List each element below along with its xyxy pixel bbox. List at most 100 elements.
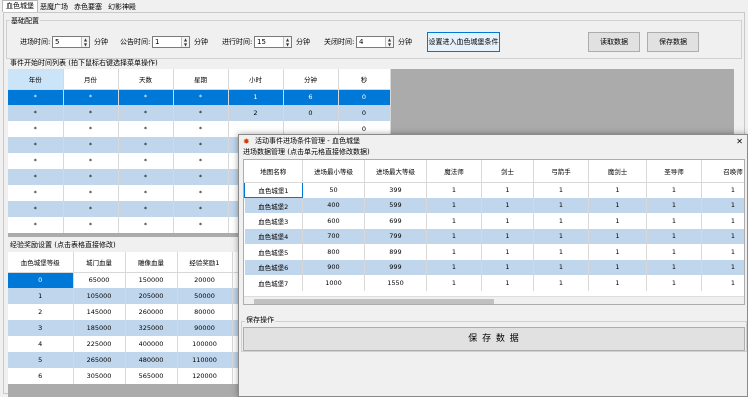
enter-time-input[interactable]: 5 ▲ ▼ — [52, 36, 90, 48]
tab-chaos-castle[interactable]: 赤色要塞 — [70, 1, 106, 12]
rewards-row-cell[interactable]: 80000 — [177, 304, 233, 320]
rewards-row-cell[interactable]: 105000 — [73, 288, 126, 304]
schedule-row-cell[interactable]: * — [173, 153, 229, 169]
rewards-row-cell[interactable]: 305000 — [73, 368, 126, 384]
schedule-row-cell[interactable]: * — [173, 201, 229, 217]
dialog-row-cell[interactable]: 999 — [364, 259, 427, 275]
dialog-row-cell[interactable]: 1 — [588, 259, 647, 275]
schedule-row-cell[interactable]: * — [8, 105, 64, 121]
dialog-row-cell[interactable]: 899 — [364, 244, 427, 260]
rewards-row-cell[interactable]: 260000 — [125, 304, 178, 320]
dialog-row-cell[interactable]: 1 — [481, 244, 534, 260]
dialog-row[interactable]: 血色城堡5 800 899 1 1 1 1 1 1 — [244, 244, 744, 260]
dialog-row-cell[interactable]: 血色城堡4 — [244, 228, 303, 244]
dialog-row-cell[interactable]: 1 — [701, 197, 744, 213]
dialog-row-cell[interactable]: 血色城堡6 — [244, 259, 303, 275]
schedule-row-cell[interactable]: * — [118, 121, 174, 137]
tab-blood-castle[interactable]: 血色城堡 — [2, 0, 38, 12]
save-dialog-data-button[interactable]: 保 存 数 据 — [243, 327, 745, 351]
rewards-row-cell[interactable]: 205000 — [125, 288, 178, 304]
dialog-row-cell[interactable]: 1 — [588, 275, 647, 291]
dialog-row-cell[interactable]: 1 — [533, 197, 589, 213]
schedule-row-cell[interactable]: * — [118, 153, 174, 169]
rewards-row-cell[interactable]: 265000 — [73, 352, 126, 368]
dialog-row-cell[interactable]: 1 — [426, 197, 482, 213]
dialog-row-cell[interactable]: 900 — [302, 259, 365, 275]
dialog-row-cell[interactable]: 1 — [481, 275, 534, 291]
rewards-row-cell[interactable]: 1 — [8, 288, 74, 304]
schedule-row-cell[interactable]: * — [118, 217, 174, 233]
schedule-row[interactable]: * * * * 2 0 0 — [8, 105, 391, 121]
close-icon[interactable]: ✕ — [736, 136, 743, 147]
dialog-row-cell[interactable]: 1 — [588, 244, 647, 260]
schedule-row-cell[interactable]: * — [118, 201, 174, 217]
dialog-row-cell[interactable]: 1 — [533, 259, 589, 275]
schedule-row-cell[interactable]: * — [173, 169, 229, 185]
rewards-row-cell[interactable]: 20000 — [177, 272, 233, 288]
schedule-row-cell[interactable]: 2 — [228, 105, 284, 121]
spin-arrows-icon[interactable]: ▲ ▼ — [181, 37, 189, 47]
schedule-row-cell[interactable]: * — [173, 105, 229, 121]
dialog-row-cell[interactable]: 1 — [481, 259, 534, 275]
read-data-button[interactable]: 读取数据 — [588, 32, 640, 52]
schedule-row-cell[interactable]: * — [173, 185, 229, 201]
dialog-row-cell[interactable]: 1 — [701, 244, 744, 260]
dialog-row-cell[interactable]: 1 — [588, 213, 647, 229]
dialog-row-cell[interactable]: 1 — [533, 244, 589, 260]
schedule-row-cell[interactable]: 6 — [283, 89, 339, 105]
dialog-grid-scrollbar[interactable] — [244, 296, 744, 304]
dialog-row-cell[interactable]: 1 — [588, 182, 647, 198]
dialog-row-cell[interactable]: 700 — [302, 228, 365, 244]
dialog-row-cell[interactable]: 1 — [646, 275, 702, 291]
schedule-row-cell[interactable]: * — [63, 169, 119, 185]
schedule-row-cell[interactable]: 0 — [283, 105, 339, 121]
rewards-row-cell[interactable]: 0 — [8, 272, 74, 288]
schedule-row-cell[interactable]: * — [8, 169, 64, 185]
dialog-row[interactable]: 血色城堡6 900 999 1 1 1 1 1 1 — [244, 259, 744, 275]
dialog-row-cell[interactable]: 1 — [646, 259, 702, 275]
schedule-row-cell[interactable]: * — [63, 217, 119, 233]
dialog-row-cell[interactable]: 600 — [302, 213, 365, 229]
dialog-row-cell[interactable]: 1 — [701, 259, 744, 275]
dialog-row-cell[interactable]: 1 — [426, 259, 482, 275]
dialog-row-cell[interactable]: 1 — [646, 228, 702, 244]
dialog-row-cell[interactable]: 1 — [533, 182, 589, 198]
dialog-row-cell[interactable]: 400 — [302, 197, 365, 213]
schedule-row-cell[interactable]: * — [118, 89, 174, 105]
schedule-row-cell[interactable]: * — [8, 185, 64, 201]
save-data-button[interactable]: 保存数据 — [647, 32, 699, 52]
dialog-row-cell[interactable]: 1 — [701, 228, 744, 244]
rewards-row-cell[interactable]: 4 — [8, 336, 74, 352]
rewards-row-cell[interactable]: 120000 — [177, 368, 233, 384]
dialog-row-cell[interactable]: 1 — [426, 275, 482, 291]
schedule-row-cell[interactable]: * — [173, 121, 229, 137]
rewards-row-cell[interactable]: 50000 — [177, 288, 233, 304]
close-time-input[interactable]: 4 ▲ ▼ — [356, 36, 394, 48]
schedule-row-cell[interactable]: * — [118, 105, 174, 121]
rewards-row-cell[interactable]: 185000 — [73, 320, 126, 336]
schedule-row-cell[interactable]: * — [118, 169, 174, 185]
spin-arrows-icon[interactable]: ▲ ▼ — [81, 37, 89, 47]
schedule-row-cell[interactable]: * — [173, 217, 229, 233]
dialog-row[interactable]: 血色城堡7 1000 1550 1 1 1 1 1 1 — [244, 275, 744, 291]
dialog-row-cell[interactable]: 1 — [701, 182, 744, 198]
dialog-row-cell[interactable]: 399 — [364, 182, 427, 198]
dialog-row-cell[interactable]: 699 — [364, 213, 427, 229]
schedule-row-cell[interactable]: * — [8, 137, 64, 153]
rewards-row-cell[interactable]: 225000 — [73, 336, 126, 352]
dialog-row-cell[interactable]: 800 — [302, 244, 365, 260]
dialog-row-cell[interactable]: 1 — [646, 197, 702, 213]
schedule-row-cell[interactable]: * — [173, 89, 229, 105]
rewards-row-cell[interactable]: 90000 — [177, 320, 233, 336]
schedule-row-cell[interactable]: * — [118, 185, 174, 201]
dialog-row-cell[interactable]: 1 — [701, 213, 744, 229]
dialog-row-cell[interactable]: 1 — [481, 197, 534, 213]
dialog-row-cell[interactable]: 血色城堡2 — [244, 197, 303, 213]
set-enter-conditions-button[interactable]: 设置进入血色城堡条件 — [427, 32, 500, 52]
enter-conditions-grid[interactable]: 地图名称 进场最小等级 进场最大等级 魔法师 剑士 弓箭手 魔剑士 圣导师 召唤师 血色城堡1 5… — [243, 159, 745, 305]
dialog-row-cell[interactable]: 1 — [533, 213, 589, 229]
dialog-row-cell[interactable]: 1 — [533, 275, 589, 291]
rewards-row-cell[interactable]: 2 — [8, 304, 74, 320]
dialog-row-cell[interactable]: 799 — [364, 228, 427, 244]
schedule-row-cell[interactable]: 0 — [338, 105, 391, 121]
